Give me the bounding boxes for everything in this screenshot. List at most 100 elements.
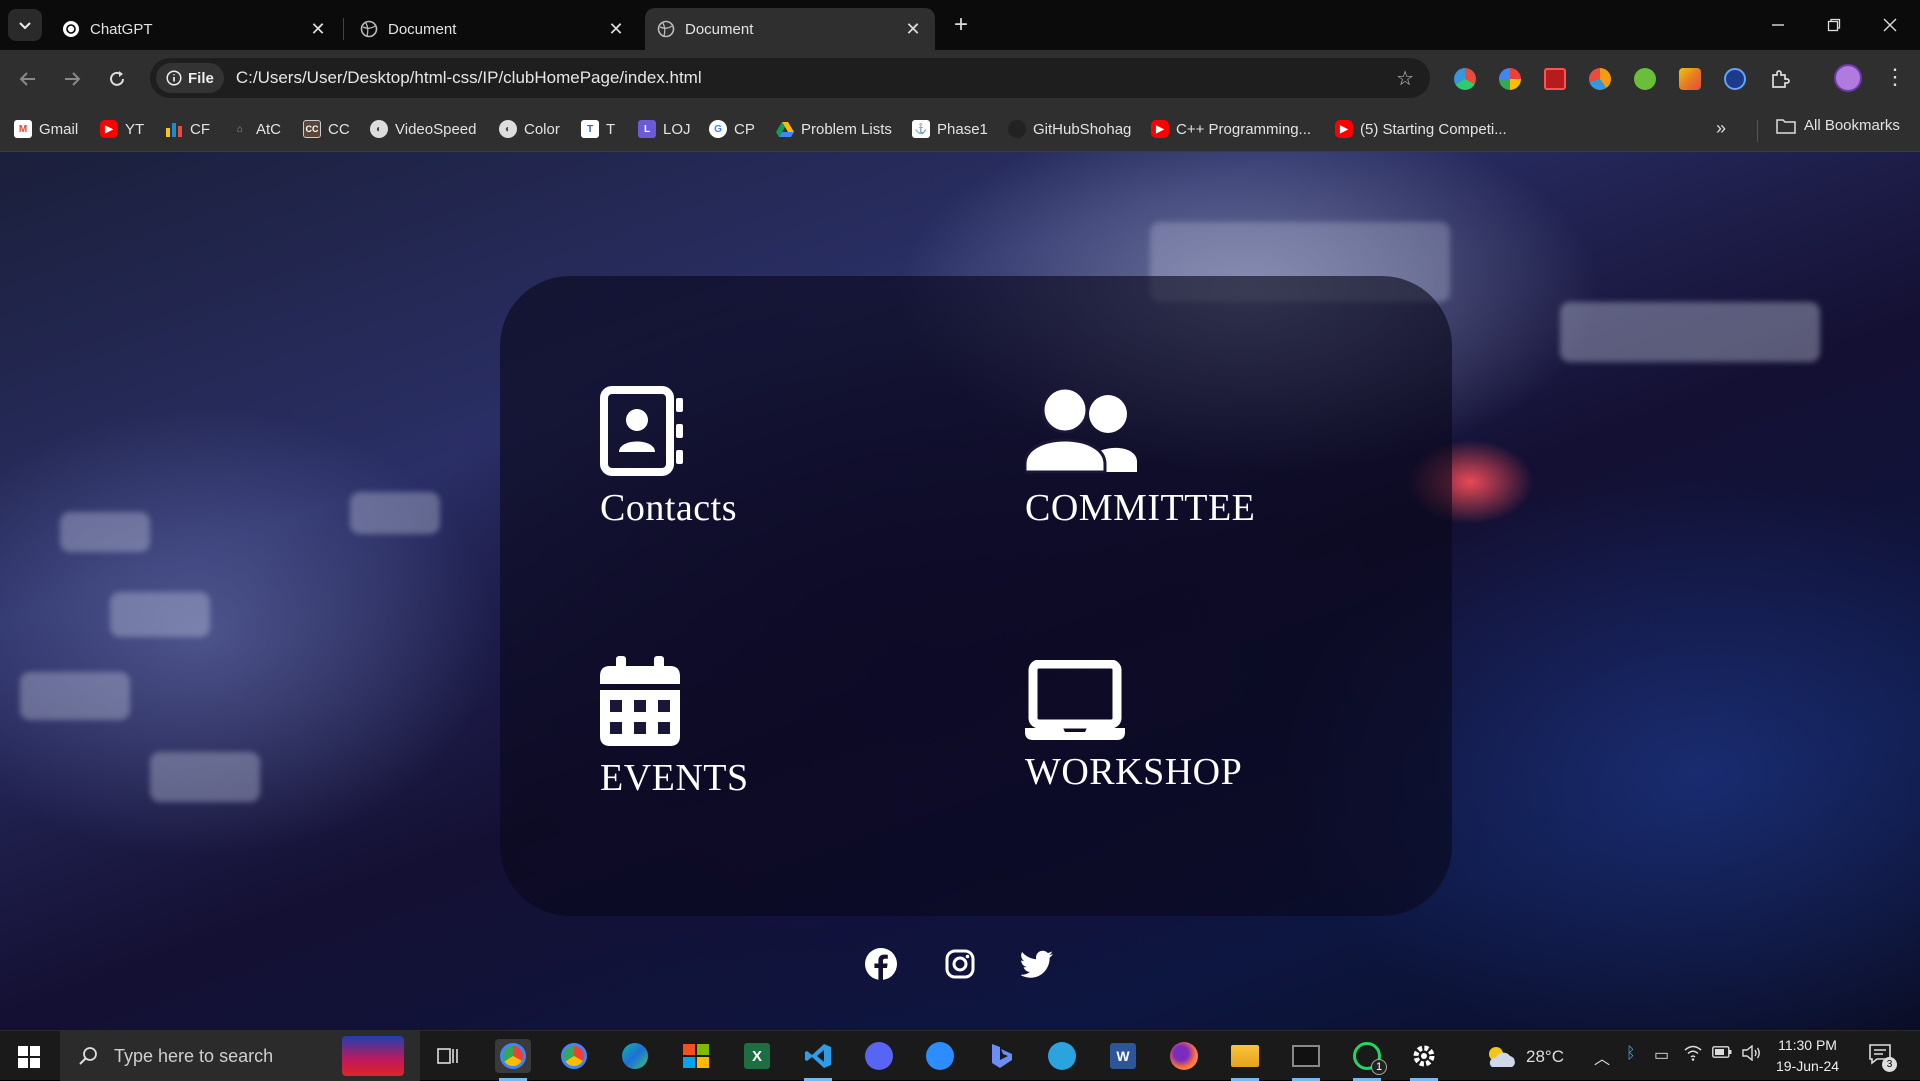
- extension-pdf-icon[interactable]: [1544, 68, 1566, 90]
- bookmark-cc[interactable]: CC CC: [303, 116, 350, 142]
- instagram-link[interactable]: [943, 947, 977, 981]
- gear-icon: [1413, 1045, 1435, 1067]
- drive-icon: [776, 120, 794, 138]
- bookmark-star-icon[interactable]: ☆: [1396, 66, 1414, 91]
- extension-blue-icon[interactable]: [1724, 68, 1746, 90]
- extension-pen-icon[interactable]: [1679, 68, 1701, 90]
- close-window-button[interactable]: [1870, 10, 1910, 40]
- profile-avatar[interactable]: [1834, 64, 1862, 92]
- laptop-icon: [1025, 660, 1125, 740]
- scheme-label: File: [188, 69, 214, 87]
- bookmark-phase1[interactable]: ⚓ Phase1: [912, 116, 988, 142]
- taskbar-discord[interactable]: [861, 1039, 897, 1073]
- close-icon[interactable]: ✕: [606, 19, 626, 39]
- bookmark-color[interactable]: ◐ Color: [499, 116, 560, 142]
- bookmark-cp[interactable]: G CP: [709, 116, 755, 142]
- contacts-card[interactable]: Contacts: [600, 386, 737, 530]
- meet-icon[interactable]: ▭: [1654, 1045, 1669, 1065]
- new-tab-button[interactable]: +: [948, 11, 974, 38]
- background-keycap: [1560, 302, 1820, 362]
- taskbar-chrome-profile[interactable]: [556, 1039, 592, 1073]
- weather-widget[interactable]: 28°C: [1484, 1045, 1564, 1069]
- taskbar-search[interactable]: Type here to search: [60, 1031, 420, 1081]
- tray-overflow-icon[interactable]: ︿: [1594, 1045, 1610, 1069]
- taskbar-clock[interactable]: 11:30 PM 19-Jun-24: [1776, 1035, 1839, 1077]
- more-menu-icon[interactable]: ⋮: [1884, 64, 1906, 90]
- clock-date: 19-Jun-24: [1776, 1058, 1840, 1074]
- bookmark-starting-competi[interactable]: ▶ (5) Starting Competi...: [1335, 116, 1507, 142]
- twitter-link[interactable]: [1020, 947, 1054, 981]
- task-view-button[interactable]: [430, 1039, 466, 1073]
- extension-chrome-icon[interactable]: [1499, 68, 1521, 90]
- whatsapp-badge: 1: [1371, 1059, 1387, 1075]
- tab-separator: [343, 18, 344, 40]
- extensions-button[interactable]: [1766, 65, 1794, 93]
- bookmark-atc[interactable]: ⌂ AtC: [231, 116, 281, 142]
- bookmarks-overflow-icon[interactable]: »: [1716, 118, 1726, 139]
- bookmark-problem-lists[interactable]: Problem Lists: [776, 116, 892, 142]
- bookmark-t[interactable]: T T: [581, 116, 615, 142]
- windows-start-icon[interactable]: [18, 1046, 40, 1068]
- taskbar-excel[interactable]: X: [739, 1039, 775, 1073]
- bluetooth-icon[interactable]: ᛒ: [1626, 1045, 1636, 1063]
- globe-icon: ◐: [499, 120, 517, 138]
- tab-document[interactable]: Document ✕: [348, 8, 638, 50]
- extension-plus-icon[interactable]: [1634, 68, 1656, 90]
- bookmark-cpp-programming[interactable]: ▶ C++ Programming...: [1151, 116, 1311, 142]
- back-button[interactable]: [14, 65, 42, 93]
- reload-button[interactable]: [103, 65, 131, 93]
- minimize-button[interactable]: [1758, 10, 1798, 40]
- bookmark-label: GitHubShohag: [1033, 120, 1132, 138]
- bookmark-videospeed[interactable]: ◐ VideoSpeed: [370, 116, 476, 142]
- codeforces-icon: [165, 120, 183, 138]
- forward-button[interactable]: [58, 65, 86, 93]
- url-text[interactable]: C:/Users/User/Desktop/html-css/IP/clubHo…: [236, 68, 702, 88]
- tab-chatgpt[interactable]: ChatGPT ✕: [50, 8, 340, 50]
- committee-label: COMMITTEE: [1025, 487, 1256, 529]
- extension-colorzilla-icon[interactable]: [1454, 68, 1476, 90]
- extension-color-icon[interactable]: [1589, 68, 1611, 90]
- bookmark-yt[interactable]: ▶ YT: [100, 116, 144, 142]
- taskbar-copilot[interactable]: [983, 1039, 1019, 1073]
- taskbar-chrome[interactable]: [495, 1039, 531, 1081]
- bookmark-loj[interactable]: L LOJ: [638, 116, 691, 142]
- taskbar-store[interactable]: [678, 1039, 714, 1073]
- address-bar[interactable]: File C:/Users/User/Desktop/html-css/IP/c…: [150, 58, 1430, 98]
- workshop-card[interactable]: WORKSHOP: [1025, 660, 1242, 794]
- bookmark-cf[interactable]: CF: [165, 116, 210, 142]
- bookmark-label: T: [606, 120, 616, 138]
- site-info-chip[interactable]: File: [156, 63, 224, 93]
- taskbar-file-explorer[interactable]: [1227, 1039, 1263, 1081]
- zoom-icon: [926, 1042, 954, 1070]
- search-icon: [79, 1047, 97, 1065]
- tab-search-button[interactable]: [8, 9, 42, 41]
- puzzle-icon: [1772, 70, 1790, 88]
- search-highlight-image: [342, 1036, 404, 1076]
- bookmark-github[interactable]: GitHubShohag: [1008, 116, 1131, 142]
- taskbar-edge[interactable]: [617, 1039, 653, 1073]
- taskbar-telegram[interactable]: [1044, 1039, 1080, 1073]
- taskbar-firefox[interactable]: [1166, 1039, 1202, 1073]
- tab-document-active[interactable]: Document ✕: [645, 8, 935, 50]
- committee-card[interactable]: COMMITTEE: [1025, 386, 1255, 530]
- taskbar-settings[interactable]: [1406, 1039, 1442, 1081]
- notification-center[interactable]: 3: [1868, 1043, 1897, 1072]
- events-card[interactable]: EVENTS: [600, 656, 749, 800]
- taskbar-word[interactable]: W: [1105, 1039, 1141, 1073]
- tab-title: Document: [685, 20, 754, 38]
- tab-title: Document: [388, 20, 457, 38]
- battery-icon[interactable]: [1712, 1045, 1732, 1063]
- close-icon[interactable]: ✕: [903, 19, 923, 39]
- wifi-icon[interactable]: [1684, 1045, 1702, 1066]
- volume-icon[interactable]: [1742, 1044, 1762, 1066]
- taskbar-vscode[interactable]: [800, 1039, 836, 1081]
- bookmark-gmail[interactable]: M Gmail: [14, 116, 78, 142]
- taskbar-terminal[interactable]: [1288, 1039, 1324, 1081]
- facebook-link[interactable]: [864, 947, 898, 981]
- restore-button[interactable]: [1814, 10, 1854, 40]
- close-icon[interactable]: ✕: [308, 19, 328, 39]
- globe-icon: [360, 20, 378, 38]
- all-bookmarks-button[interactable]: All Bookmarks: [1776, 117, 1900, 134]
- taskbar-zoom[interactable]: [922, 1039, 958, 1073]
- taskbar-whatsapp[interactable]: 1: [1349, 1039, 1387, 1081]
